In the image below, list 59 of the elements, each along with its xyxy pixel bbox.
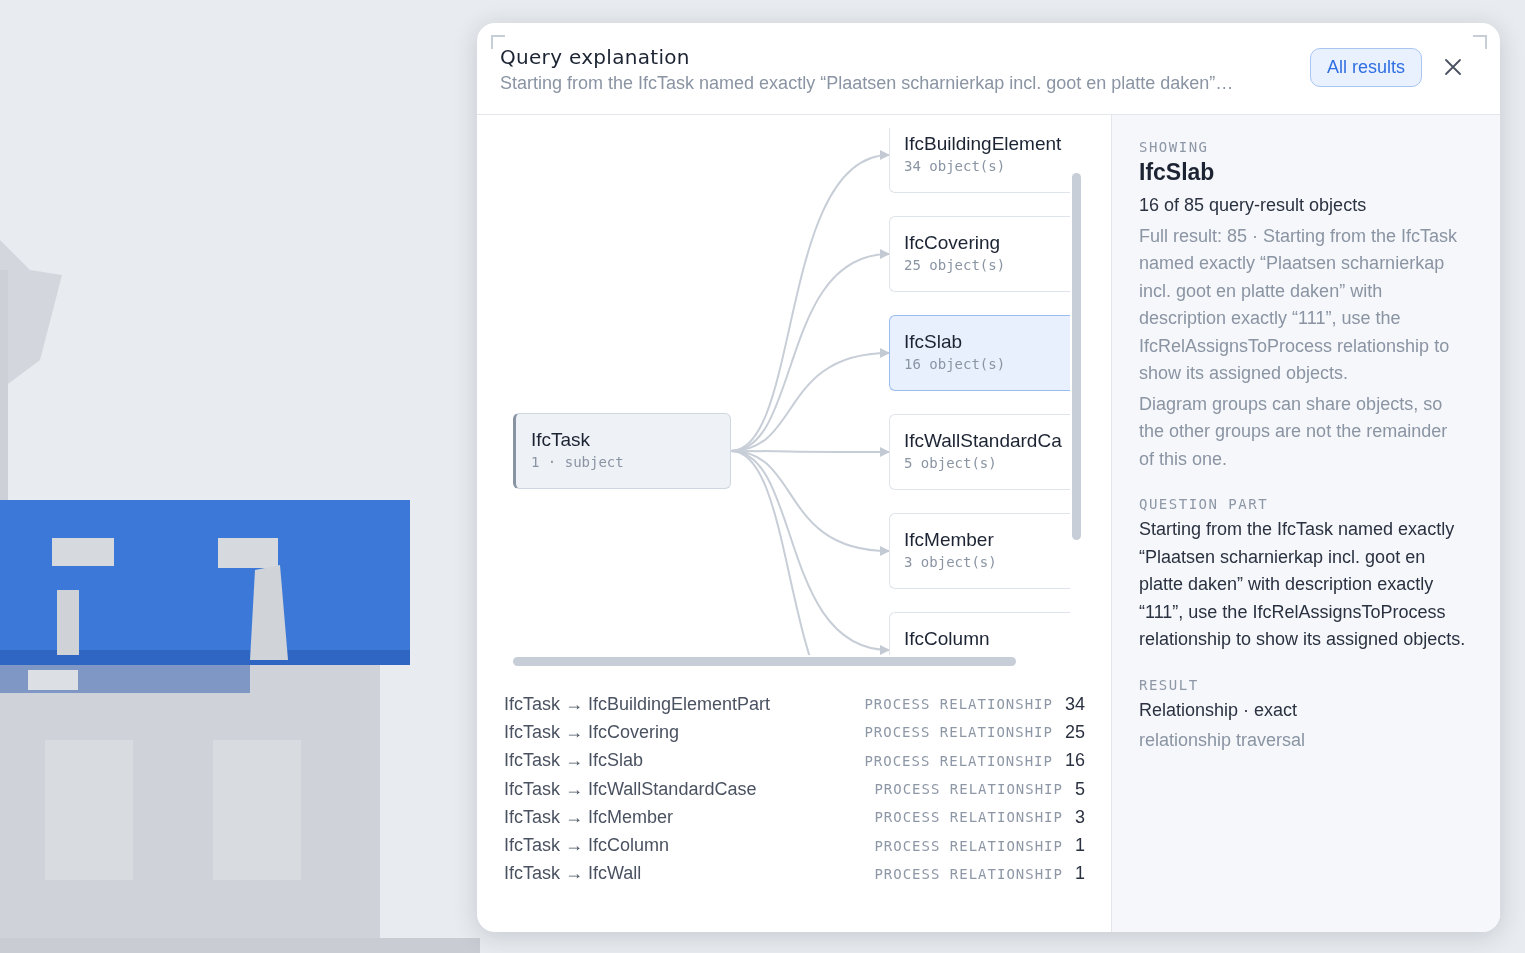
target-node[interactable]: IfcColumn [889, 612, 1070, 655]
relationship-type: PROCESS RELATIONSHIP [864, 724, 1053, 741]
relationship-count: 1 [1075, 863, 1085, 885]
node-title: IfcCovering [904, 232, 1002, 254]
close-icon[interactable] [1444, 57, 1462, 76]
relationship-label: IfcTask → IfcWallStandardCase [504, 778, 758, 800]
section-heading: QUESTION PART [1139, 496, 1270, 512]
relationship-label: IfcTask → IfcBuildingElementPart [504, 693, 772, 715]
relationship-type: PROCESS RELATIONSHIP [874, 781, 1063, 798]
source-node[interactable]: IfcTask 1 · subject [513, 413, 731, 489]
corner-bracket [491, 35, 505, 49]
horizontal-scrollbar[interactable] [513, 657, 1016, 666]
relationship-count: 1 [1075, 835, 1085, 857]
relationship-count: 25 [1064, 721, 1085, 743]
node-count: 3 object(s) [904, 554, 998, 570]
relationship-type: PROCESS RELATIONSHIP [874, 837, 1063, 854]
detail-text: Relationship · exact [1139, 698, 1299, 722]
dialog-subtitle: Starting from the IfcTask named exactly “Plaatsen scharnierkap incl. goot en platte daken”… [500, 73, 1235, 94]
node-title: IfcSlab [904, 331, 964, 353]
node-count: 25 object(s) [904, 257, 1007, 273]
detail-text: Diagram groups can share objects, so the other groups are not the remainder of this one. [1139, 392, 1449, 471]
corner-bracket [1473, 35, 1487, 49]
relationship-label: IfcTask → IfcCovering [504, 721, 681, 743]
relationship-type: PROCESS RELATIONSHIP [864, 752, 1053, 769]
relationship-count: 3 [1075, 806, 1085, 828]
relationship-count: 16 [1064, 750, 1085, 772]
node-title: IfcBuildingElement [904, 133, 1063, 155]
node-count: 16 object(s) [904, 356, 1007, 372]
detail-text: Full result: 85 · Starting from the IfcTask named exactly “Plaatsen scharnierkap incl. goot en platte daken” with description exactly “111”, use the IfcRelAssignsToProcess relationship to show its assigned objects. [1139, 224, 1459, 385]
relationship-type: PROCESS RELATIONSHIP [874, 809, 1063, 826]
relationship-label: IfcTask → IfcMember [504, 806, 675, 828]
all-results-button[interactable]: All results [1309, 47, 1422, 87]
relationship-label: IfcTask → IfcColumn [504, 835, 671, 857]
section-heading: SHOWING [1139, 139, 1210, 155]
node-title: IfcMember [904, 529, 995, 551]
detail-text: relationship traversal [1139, 729, 1307, 752]
dialog-title: Query explanation [500, 45, 691, 69]
target-node[interactable]: IfcCovering 25 object(s) [889, 216, 1070, 292]
target-node[interactable]: IfcSlab 16 object(s) [889, 315, 1070, 391]
detail-text: 16 of 85 query-result objects [1139, 194, 1368, 217]
node-count: 5 object(s) [904, 455, 998, 471]
relationship-label: IfcTask → IfcWall [504, 863, 643, 885]
node-subtitle: 1 · subject [531, 454, 625, 470]
relationship-count: 5 [1075, 778, 1085, 800]
node-title: IfcWallStandardCa [904, 430, 1063, 452]
relationship-label: IfcTask → IfcSlab [504, 750, 645, 772]
node-title: IfcTask [531, 429, 592, 451]
detail-text: Starting from the IfcTask named exactly “Plaatsen scharnierkap incl. goot en platte daken” with description exactly “111”, use the IfcRelAssignsToProcess relationship to show its assigned objects. [1139, 518, 1466, 651]
section-heading: RESULT [1139, 676, 1200, 693]
section-title: IfcSlab [1139, 159, 1216, 186]
target-node[interactable]: IfcWallStandardCa 5 object(s) [889, 414, 1070, 490]
relationship-type: PROCESS RELATIONSHIP [874, 865, 1063, 882]
target-node[interactable]: IfcBuildingElement 34 object(s) [889, 128, 1070, 193]
node-title: IfcColumn [904, 628, 991, 650]
node-count: 34 object(s) [904, 158, 1007, 174]
target-node[interactable]: IfcMember 3 object(s) [889, 513, 1070, 589]
vertical-scrollbar[interactable] [1072, 173, 1081, 540]
relationship-type: PROCESS RELATIONSHIP [864, 696, 1053, 713]
relationship-count: 34 [1064, 693, 1085, 715]
